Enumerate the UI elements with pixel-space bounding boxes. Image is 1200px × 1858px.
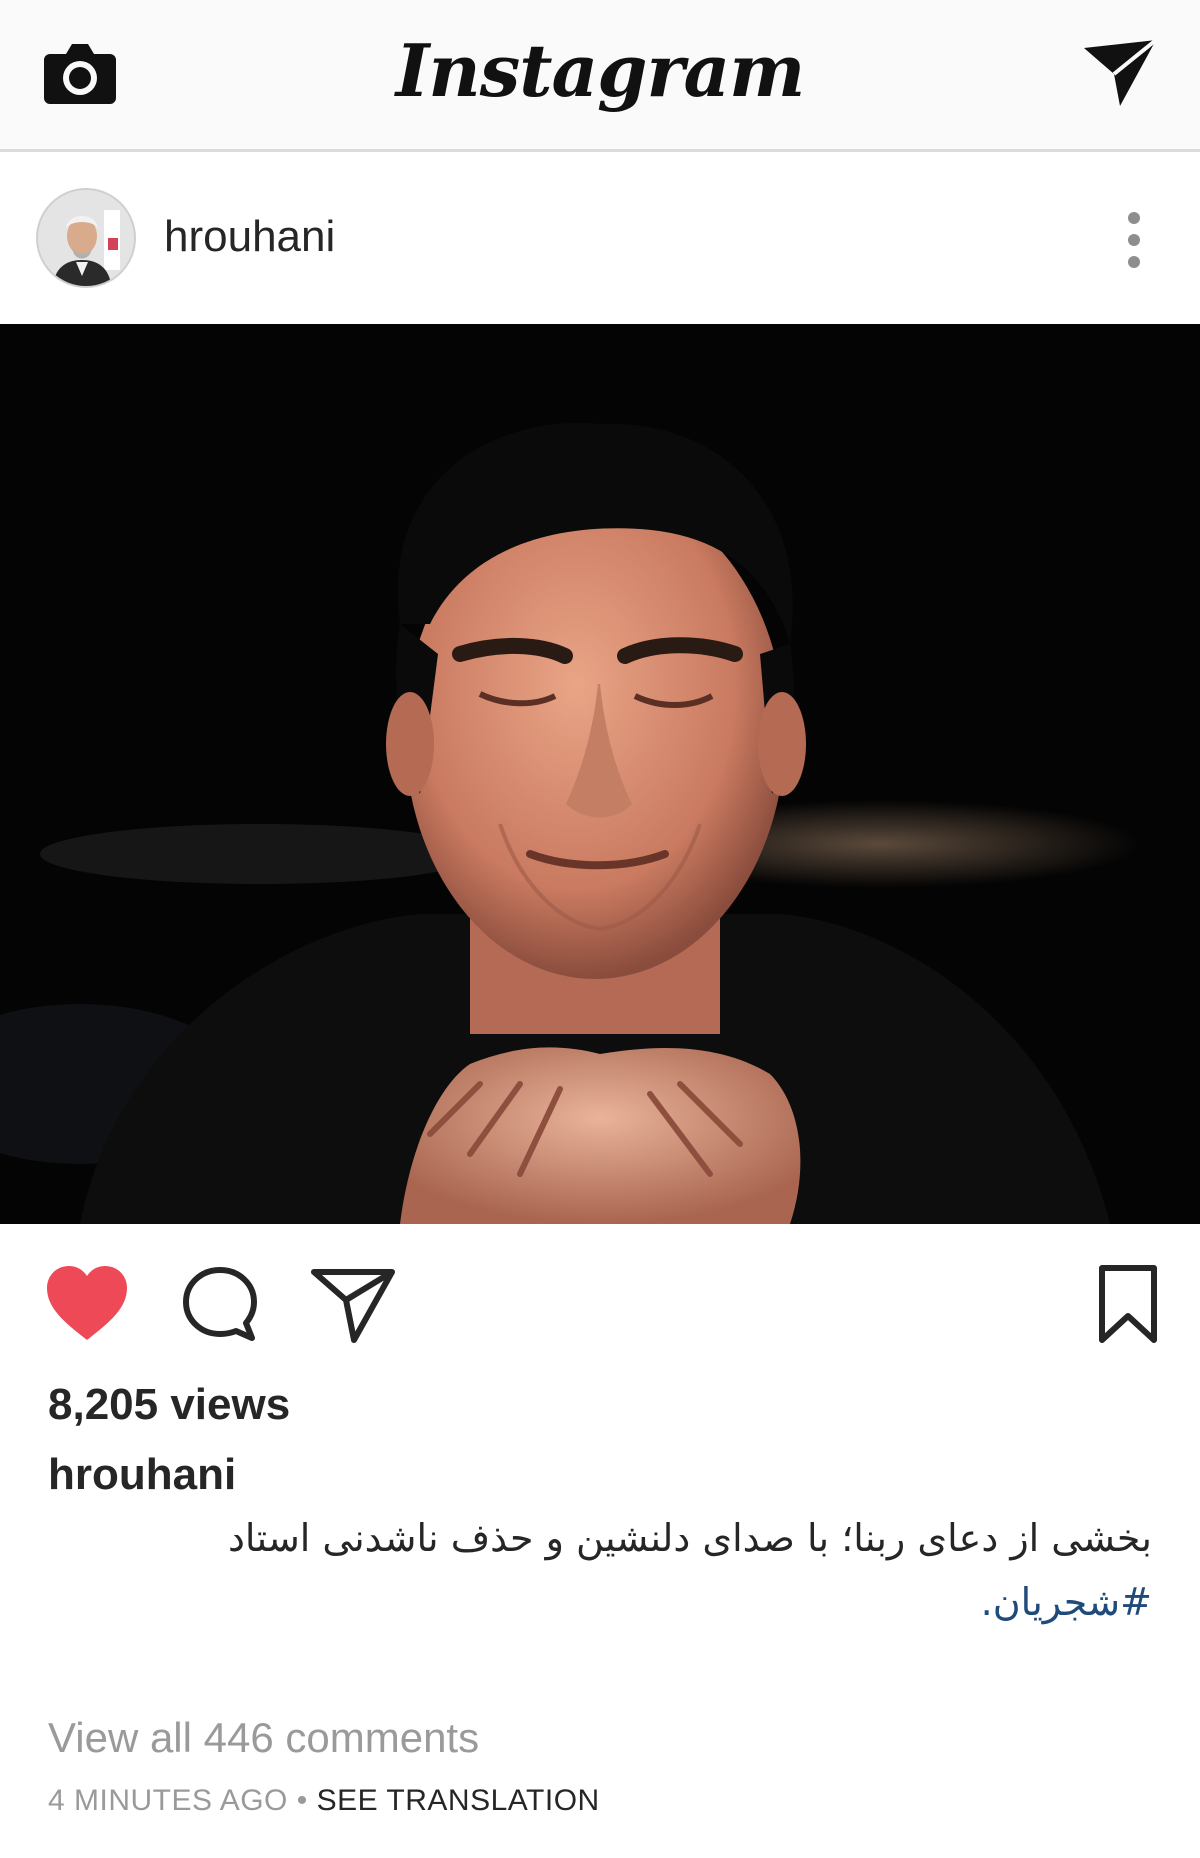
- caption-text: بخشی از دعای ربنا؛ با صدای دلنشین و حذف …: [52, 1506, 1152, 1634]
- speech-bubble-icon[interactable]: [180, 1264, 260, 1344]
- post-meta: 4 MINUTES AGO • SEE TRANSLATION: [48, 1784, 600, 1818]
- post-username[interactable]: hrouhani: [164, 212, 335, 262]
- see-translation-link[interactable]: SEE TRANSLATION: [317, 1784, 600, 1817]
- top-bar: Instagram: [0, 0, 1200, 152]
- caption-hashtag[interactable]: #شجریان.: [981, 1580, 1152, 1624]
- paper-plane-icon[interactable]: [1080, 34, 1160, 114]
- paper-plane-icon[interactable]: [310, 1264, 396, 1344]
- post-actions: [0, 1224, 1200, 1374]
- caption-body: بخشی از دعای ربنا؛ با صدای دلنشین و حذف …: [227, 1516, 1152, 1560]
- timestamp: 4 MINUTES AGO: [48, 1784, 288, 1817]
- heart-icon[interactable]: [44, 1264, 130, 1342]
- avatar[interactable]: [36, 188, 136, 288]
- view-all-comments-link[interactable]: View all 446 comments: [48, 1714, 479, 1762]
- app-title: Instagram: [395, 28, 806, 113]
- post-header: hrouhani: [0, 152, 1200, 324]
- bookmark-icon[interactable]: [1096, 1264, 1160, 1344]
- caption-username[interactable]: hrouhani: [48, 1450, 236, 1500]
- vertical-dots-icon[interactable]: [1124, 210, 1144, 270]
- view-count[interactable]: 8,205 views: [48, 1380, 290, 1430]
- post-image[interactable]: [0, 324, 1200, 1224]
- meta-separator: •: [296, 1784, 308, 1817]
